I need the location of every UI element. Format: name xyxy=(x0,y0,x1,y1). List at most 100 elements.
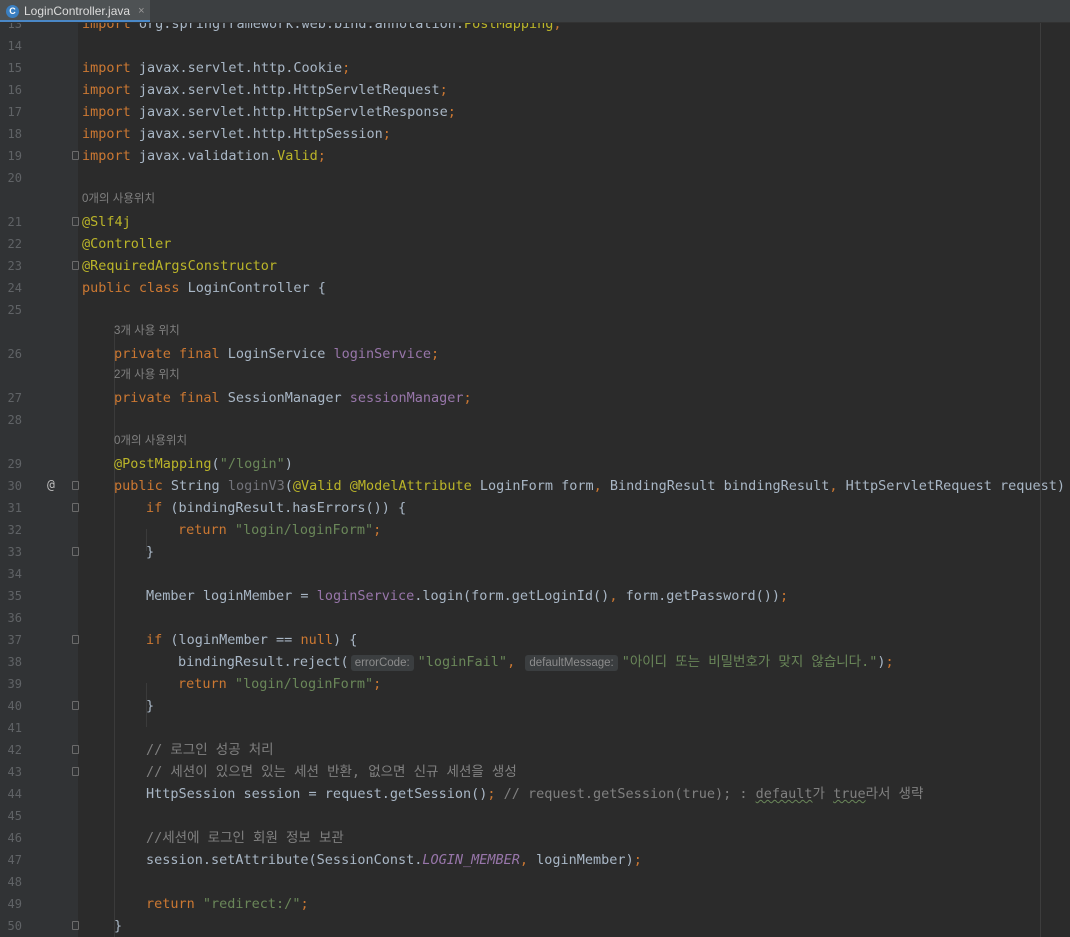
code-line[interactable]: 38 bindingResult.reject(errorCode: "login… xyxy=(0,651,1070,673)
code-line[interactable]: 30 @ public String loginV3(@Valid @Model… xyxy=(0,475,1070,497)
line-number: 47 xyxy=(7,853,22,867)
code-line[interactable]: 19 import javax.validation.Valid; xyxy=(0,145,1070,167)
fold-icon[interactable] xyxy=(72,745,79,754)
code-line[interactable]: 18 import javax.servlet.http.HttpSession… xyxy=(0,123,1070,145)
request-mapping-icon[interactable]: @ xyxy=(47,475,55,497)
code-line[interactable]: 47 session.setAttribute(SessionConst.LOG… xyxy=(0,849,1070,871)
fold-icon[interactable] xyxy=(72,217,79,226)
usage-hint[interactable]: 0개의 사용위치 xyxy=(0,430,1070,452)
line-number: 13 xyxy=(7,23,22,31)
code-line[interactable]: 29 @PostMapping("/login") xyxy=(0,453,1070,475)
fold-icon[interactable] xyxy=(72,767,79,776)
code-line[interactable]: 44 HttpSession session = request.getSess… xyxy=(0,783,1070,805)
usage-hint-text[interactable]: 2개 사용 위치 xyxy=(114,364,180,386)
code-line[interactable]: 26 private final LoginService loginServi… xyxy=(0,343,1070,365)
code-line[interactable]: 41 xyxy=(0,717,1070,739)
code-line[interactable]: 15 import javax.servlet.http.Cookie; xyxy=(0,57,1070,79)
parameter-hint: errorCode: xyxy=(350,655,414,671)
code-line[interactable]: 14 xyxy=(0,35,1070,57)
java-class-icon: C xyxy=(6,4,19,18)
code-line[interactable]: 35 Member loginMember = loginService.log… xyxy=(0,585,1070,607)
line-number: 40 xyxy=(7,699,22,713)
code-text: if (loginMember == null) { xyxy=(146,632,358,648)
line-number: 36 xyxy=(7,611,22,625)
line-number: 35 xyxy=(7,589,22,603)
line-number: 46 xyxy=(7,831,22,845)
line-number: 20 xyxy=(7,171,22,185)
fold-icon[interactable] xyxy=(72,635,79,644)
code-line[interactable]: 13 import org.springframework.web.bind.a… xyxy=(0,23,1070,35)
fold-icon[interactable] xyxy=(72,261,79,270)
code-text: } xyxy=(146,698,155,714)
code-line[interactable]: 16 import javax.servlet.http.HttpServlet… xyxy=(0,79,1070,101)
fold-icon[interactable] xyxy=(72,481,79,490)
code-line[interactable]: 34 xyxy=(0,563,1070,585)
line-number: 27 xyxy=(7,391,22,405)
fold-icon[interactable] xyxy=(72,547,79,556)
code-comment: //세션에 로그인 회원 정보 보관 xyxy=(146,830,344,846)
line-number: 34 xyxy=(7,567,22,581)
code-editor[interactable]: 13 import org.springframework.web.bind.a… xyxy=(0,23,1070,937)
usage-hint[interactable]: 2개 사용 위치 xyxy=(0,364,1070,386)
line-number: 38 xyxy=(7,655,22,669)
code-text: Member loginMember = loginService.login(… xyxy=(146,588,789,604)
code-line[interactable]: 40 } xyxy=(0,695,1070,717)
code-line[interactable]: 28 xyxy=(0,409,1070,431)
tab-filename: LoginController.java xyxy=(24,4,131,18)
usage-hint-text[interactable]: 0개의 사용위치 xyxy=(114,430,187,452)
code-line[interactable]: 50 } xyxy=(0,915,1070,937)
code-line[interactable]: 36 xyxy=(0,607,1070,629)
usage-hint[interactable]: 3개 사용 위치 xyxy=(0,320,1070,342)
code-line[interactable]: 31 if (bindingResult.hasErrors()) { xyxy=(0,497,1070,519)
code-line[interactable]: 49 return "redirect:/"; xyxy=(0,893,1070,915)
code-line[interactable]: 45 xyxy=(0,805,1070,827)
code-text: return "login/loginForm"; xyxy=(178,522,382,538)
code-line[interactable]: 46 //세션에 로그인 회원 정보 보관 xyxy=(0,827,1070,849)
code-line[interactable]: 24 public class LoginController { xyxy=(0,277,1070,299)
code-line[interactable]: 32 return "login/loginForm"; xyxy=(0,519,1070,541)
code-text: @Controller xyxy=(82,236,172,252)
usage-hint[interactable]: 0개의 사용위치 xyxy=(0,188,1070,210)
code-text: import org.springframework.web.bind.anno… xyxy=(82,23,562,32)
close-tab-icon[interactable]: × xyxy=(138,5,144,17)
code-line[interactable]: 42 // 로그인 성공 처리 xyxy=(0,739,1070,761)
code-line[interactable]: 20 xyxy=(0,167,1070,189)
code-comment: // 로그인 성공 처리 xyxy=(146,742,274,758)
code-line[interactable]: 48 xyxy=(0,871,1070,893)
line-number: 18 xyxy=(7,127,22,141)
code-line[interactable]: 21 @Slf4j xyxy=(0,211,1070,233)
usage-hint-text[interactable]: 0개의 사용위치 xyxy=(82,188,155,210)
line-number: 37 xyxy=(7,633,22,647)
line-number: 31 xyxy=(7,501,22,515)
code-line[interactable]: 25 xyxy=(0,299,1070,321)
code-line[interactable]: 22 @Controller xyxy=(0,233,1070,255)
line-number: 49 xyxy=(7,897,22,911)
line-number: 41 xyxy=(7,721,22,735)
code-line[interactable]: 37 if (loginMember == null) { xyxy=(0,629,1070,651)
line-number: 42 xyxy=(7,743,22,757)
code-text: public class LoginController { xyxy=(82,280,326,296)
fold-icon[interactable] xyxy=(72,921,79,930)
code-line[interactable]: 27 private final SessionManager sessionM… xyxy=(0,387,1070,409)
line-number: 23 xyxy=(7,259,22,273)
code-text: import javax.validation.Valid; xyxy=(82,148,326,164)
code-text: @RequiredArgsConstructor xyxy=(82,258,278,274)
fold-icon[interactable] xyxy=(72,151,79,160)
fold-icon[interactable] xyxy=(72,503,79,512)
code-text: private final LoginService loginService; xyxy=(114,346,440,362)
parameter-hint: defaultMessage: xyxy=(525,655,618,671)
line-number: 22 xyxy=(7,237,22,251)
tab-login-controller[interactable]: C LoginController.java × xyxy=(0,0,150,22)
active-tab-indicator xyxy=(0,20,150,22)
code-line[interactable]: 17 import javax.servlet.http.HttpServlet… xyxy=(0,101,1070,123)
code-text: @Slf4j xyxy=(82,214,131,230)
line-number: 16 xyxy=(7,83,22,97)
code-line[interactable]: 39 return "login/loginForm"; xyxy=(0,673,1070,695)
code-line[interactable]: 43 // 세션이 있으면 있는 세션 반환, 없으면 신규 세션을 생성 xyxy=(0,761,1070,783)
line-number: 17 xyxy=(7,105,22,119)
usage-hint-text[interactable]: 3개 사용 위치 xyxy=(114,320,180,342)
code-line[interactable]: 33 } xyxy=(0,541,1070,563)
fold-icon[interactable] xyxy=(72,701,79,710)
code-line[interactable]: 23 @RequiredArgsConstructor xyxy=(0,255,1070,277)
line-number: 24 xyxy=(7,281,22,295)
